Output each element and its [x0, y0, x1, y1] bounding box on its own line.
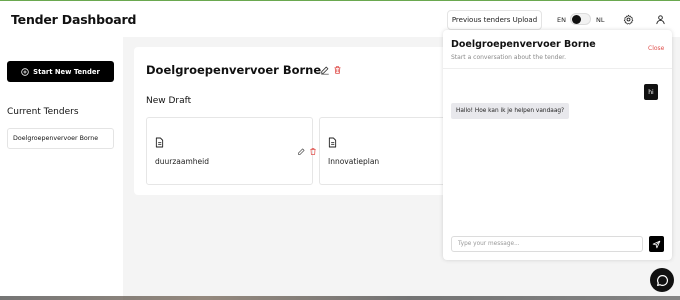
taskbar-strip: [0, 296, 680, 300]
chat-toggle-button[interactable]: [650, 268, 674, 292]
chat-panel: Doelgroepenvervoer Borne Start a convers…: [443, 30, 672, 260]
previous-tenders-upload-button[interactable]: Previous tenders Upload: [447, 10, 542, 30]
chat-title: Doelgroepenvervoer Borne: [451, 39, 596, 50]
new-draft-heading: New Draft: [146, 96, 192, 106]
bot-message: Hallo! Hoe kan ik je helpen vandaag?: [451, 103, 570, 119]
toggle-knob: [572, 15, 581, 24]
draft-name: duurzaamheid: [155, 157, 209, 166]
edit-icon[interactable]: [297, 147, 306, 156]
user-icon[interactable]: [655, 14, 666, 25]
app-title: Tender Dashboard: [11, 12, 137, 27]
start-new-tender-button[interactable]: Start New Tender: [7, 61, 114, 82]
document-icon: [328, 137, 337, 148]
draft-card[interactable]: Innovatieplan: [319, 117, 450, 185]
draft-card[interactable]: duurzaamheid: [146, 117, 316, 185]
tender-panel: Doelgroepenvervoer Borne New Draft duurz…: [134, 47, 450, 195]
delete-icon[interactable]: [333, 65, 342, 75]
plus-circle-icon: [21, 67, 29, 76]
chat-subtitle: Start a conversation about the tender.: [451, 54, 566, 61]
delete-icon[interactable]: [309, 147, 317, 156]
current-tenders-heading: Current Tenders: [7, 107, 79, 117]
draft-name: Innovatieplan: [328, 157, 380, 166]
sidebar: Start New Tender Current Tenders Doelgro…: [0, 37, 123, 300]
language-toggle[interactable]: [570, 13, 591, 25]
start-new-tender-label: Start New Tender: [33, 67, 100, 76]
sidebar-tender-item[interactable]: Doelgroepenvervoer Borne: [7, 128, 114, 149]
divider: [443, 68, 672, 69]
document-icon: [155, 137, 164, 148]
chat-message-input[interactable]: Type your message...: [451, 236, 643, 252]
language-nl-label: NL: [596, 16, 605, 24]
user-message: hi: [644, 84, 658, 100]
edit-icon[interactable]: [320, 65, 330, 75]
send-button[interactable]: [649, 236, 664, 252]
send-icon: [652, 240, 661, 248]
language-en-label: EN: [557, 16, 566, 24]
tender-title: Doelgroepenvervoer Borne: [146, 63, 322, 77]
chat-bubble-icon: [656, 274, 668, 286]
settings-icon[interactable]: [623, 14, 634, 25]
chat-close-button[interactable]: Close: [648, 45, 664, 52]
